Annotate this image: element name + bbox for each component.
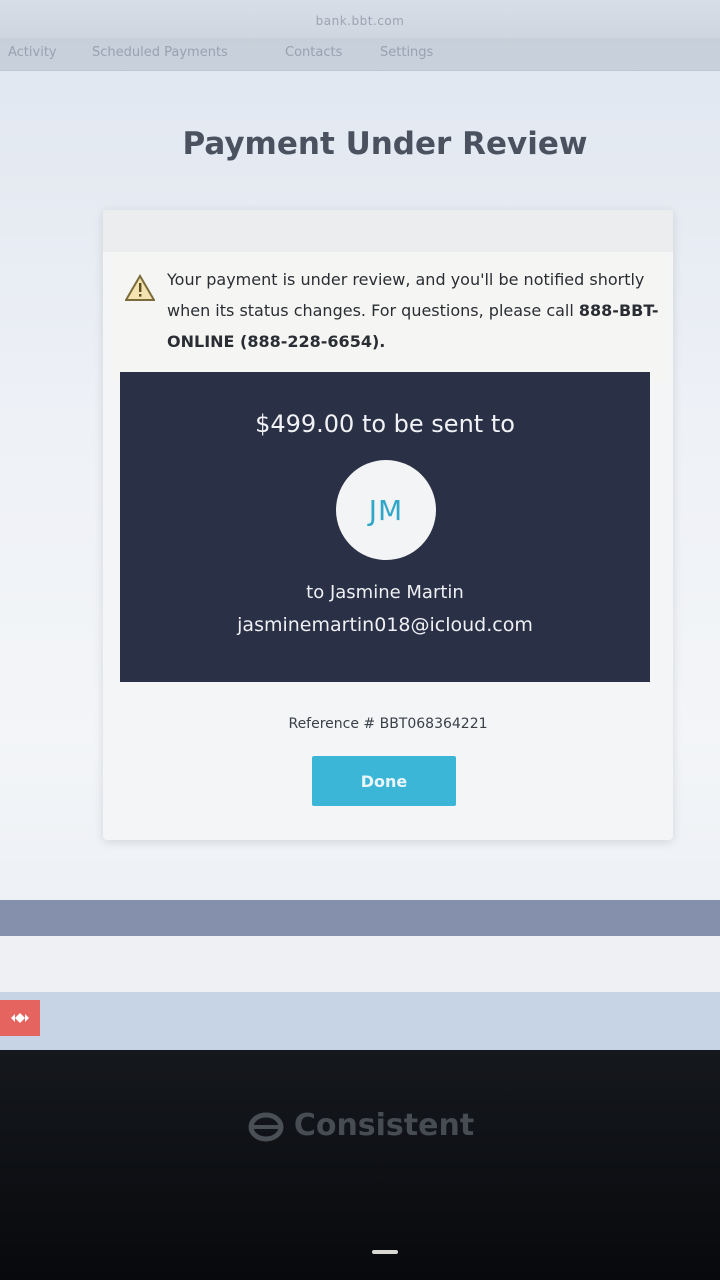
- monitor-screen: bank.bbt.com Activity Scheduled Payments…: [0, 0, 720, 1050]
- recipient-email: jasminemartin018@icloud.com: [237, 614, 533, 636]
- power-indicator: [372, 1250, 398, 1254]
- monitor-brand: Consistent: [0, 1108, 720, 1143]
- reference-number: Reference # BBT068364221: [288, 716, 488, 732]
- review-alert: Your payment is under review, and you'll…: [113, 252, 668, 382]
- page-title: Payment Under Review: [182, 126, 588, 162]
- page-footer-bar: [0, 900, 720, 936]
- url-text: bank.bbt.com: [315, 14, 405, 28]
- brand-logo-icon: [248, 1112, 284, 1141]
- recipient-panel: $499.00 to be sent to JM to Jasmine Mart…: [120, 372, 650, 682]
- browser-address-bar[interactable]: bank.bbt.com: [0, 0, 720, 38]
- avatar-initials: JM: [368, 493, 404, 527]
- recipient-avatar: JM: [336, 460, 436, 560]
- page-footer: [0, 936, 720, 992]
- taskbar: [0, 992, 720, 1050]
- nav-item-contacts[interactable]: Contacts: [285, 45, 342, 60]
- taskbar-app-icon[interactable]: [0, 1000, 40, 1036]
- payment-dialog: Your payment is under review, and you'll…: [103, 210, 673, 840]
- alert-text: Your payment is under review, and you'll…: [167, 270, 645, 320]
- payment-amount: $499.00 to be sent to: [255, 410, 515, 438]
- dialog-header: [103, 210, 673, 252]
- brand-name: Consistent: [293, 1108, 475, 1143]
- nav-item-settings[interactable]: Settings: [380, 45, 433, 60]
- nav-item-scheduled-payments[interactable]: Scheduled Payments: [92, 45, 228, 60]
- recipient-name: to Jasmine Martin: [306, 582, 464, 603]
- monitor-bezel: [0, 1050, 720, 1280]
- done-button[interactable]: Done: [312, 756, 456, 806]
- nav-item-activity[interactable]: Activity: [8, 45, 57, 60]
- alert-message: Your payment is under review, and you'll…: [167, 264, 667, 357]
- warning-icon: [125, 274, 155, 301]
- app-nav: Activity Scheduled Payments Contacts Set…: [0, 38, 720, 71]
- app-diamond-icon: [11, 1013, 29, 1023]
